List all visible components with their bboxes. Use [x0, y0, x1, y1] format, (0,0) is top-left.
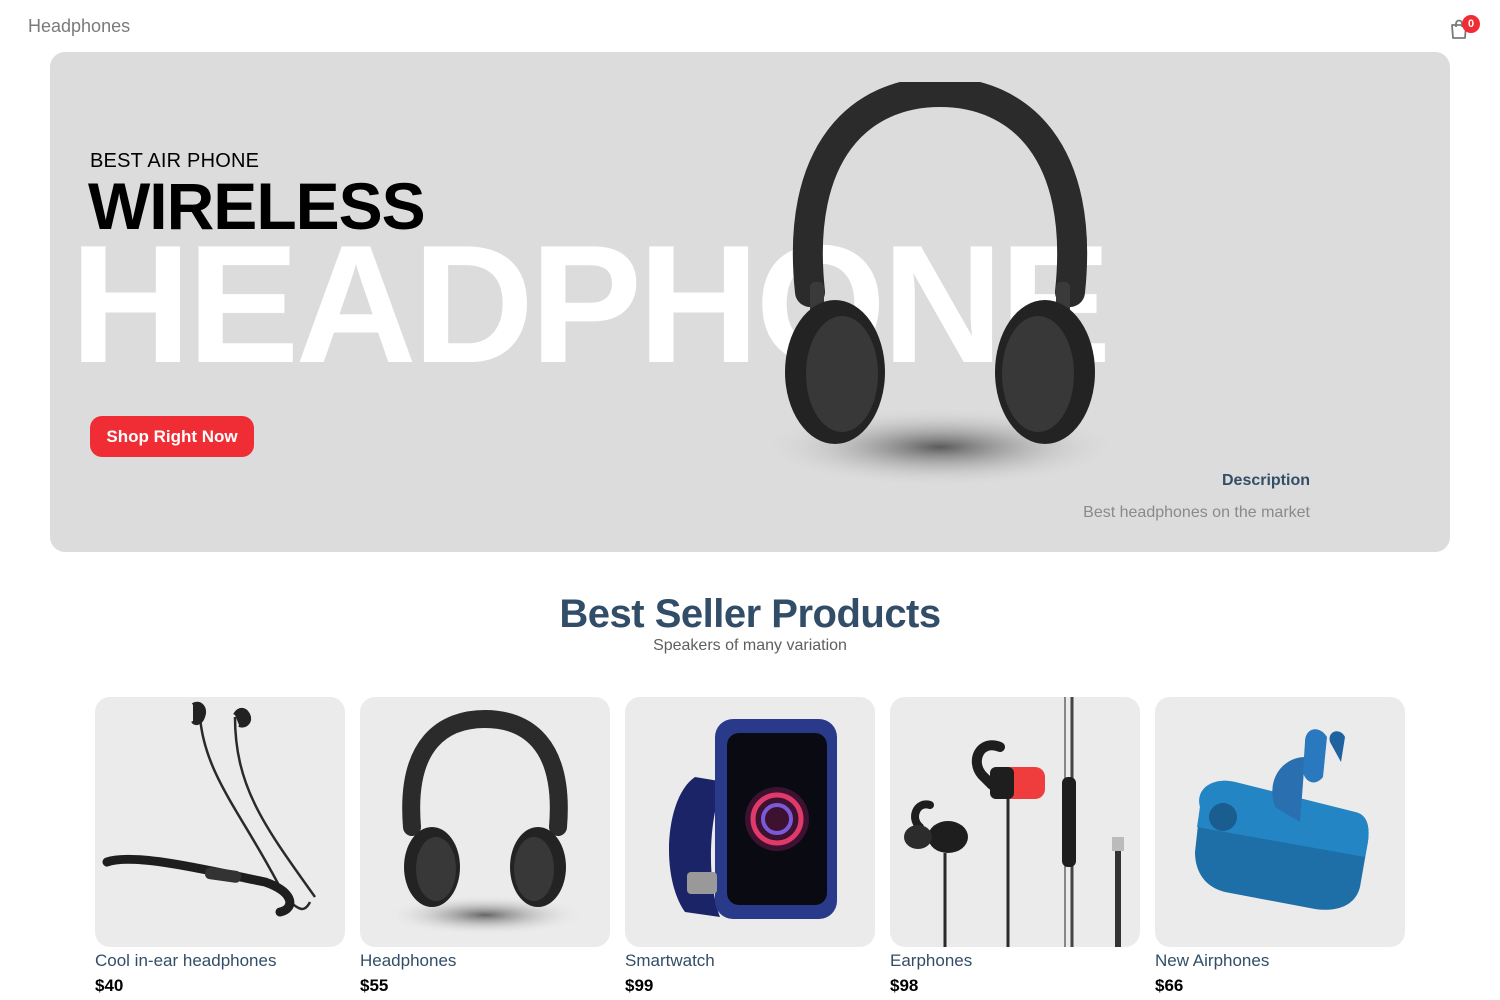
product-image [360, 697, 610, 947]
hero-description: Description Best headphones on the marke… [1083, 472, 1310, 522]
smartwatch-icon [668, 719, 837, 919]
product-name: Cool in-ear headphones [95, 951, 277, 970]
neckband-earphones-icon [102, 701, 317, 917]
headphones-icon [385, 709, 585, 935]
product-image [890, 697, 1140, 947]
hero-headphones-image [760, 82, 1120, 487]
product-name: Smartwatch [625, 951, 715, 970]
product-card[interactable]: Cool in-ear headphones $40 [95, 697, 345, 996]
product-price: $55 [360, 976, 389, 995]
logo-link[interactable]: Headphones [28, 16, 130, 37]
product-card[interactable]: Smartwatch $99 [625, 697, 875, 996]
cart-button[interactable]: 0 [1448, 15, 1480, 40]
product-price: $99 [625, 976, 654, 995]
shop-now-button[interactable]: Shop Right Now [90, 416, 254, 457]
product-name: New Airphones [1155, 951, 1270, 970]
hero-banner: BEST AIR PHONE WIRELESS HEADPHONE Shop R… [50, 52, 1450, 552]
product-name: Headphones [360, 951, 457, 970]
wireless-earbuds-icon [1195, 729, 1369, 910]
section-subtitle: Speakers of many variation [653, 637, 847, 654]
product-card[interactable]: Headphones $55 [360, 697, 610, 996]
product-image [95, 697, 345, 947]
products-heading: Best Seller Products Speakers of many va… [0, 592, 1500, 655]
description-text: Best headphones on the market [1083, 504, 1310, 521]
product-price: $66 [1155, 976, 1184, 995]
product-list: Cool in-ear headphones $40 Headphones $5… [95, 697, 1405, 1000]
cart-count-badge: 0 [1462, 15, 1480, 33]
wired-earphones-icon [904, 697, 1124, 947]
product-image [1155, 697, 1405, 947]
navbar: Headphones 0 [0, 0, 1500, 52]
section-title: Best Seller Products [559, 592, 941, 636]
product-name: Earphones [890, 951, 973, 970]
product-card[interactable]: Earphones $98 [890, 697, 1140, 996]
description-title: Description [1221, 472, 1310, 489]
product-image [625, 697, 875, 947]
product-card[interactable]: New Airphones $66 [1155, 697, 1405, 996]
product-price: $40 [95, 976, 124, 995]
product-price: $98 [890, 976, 919, 995]
